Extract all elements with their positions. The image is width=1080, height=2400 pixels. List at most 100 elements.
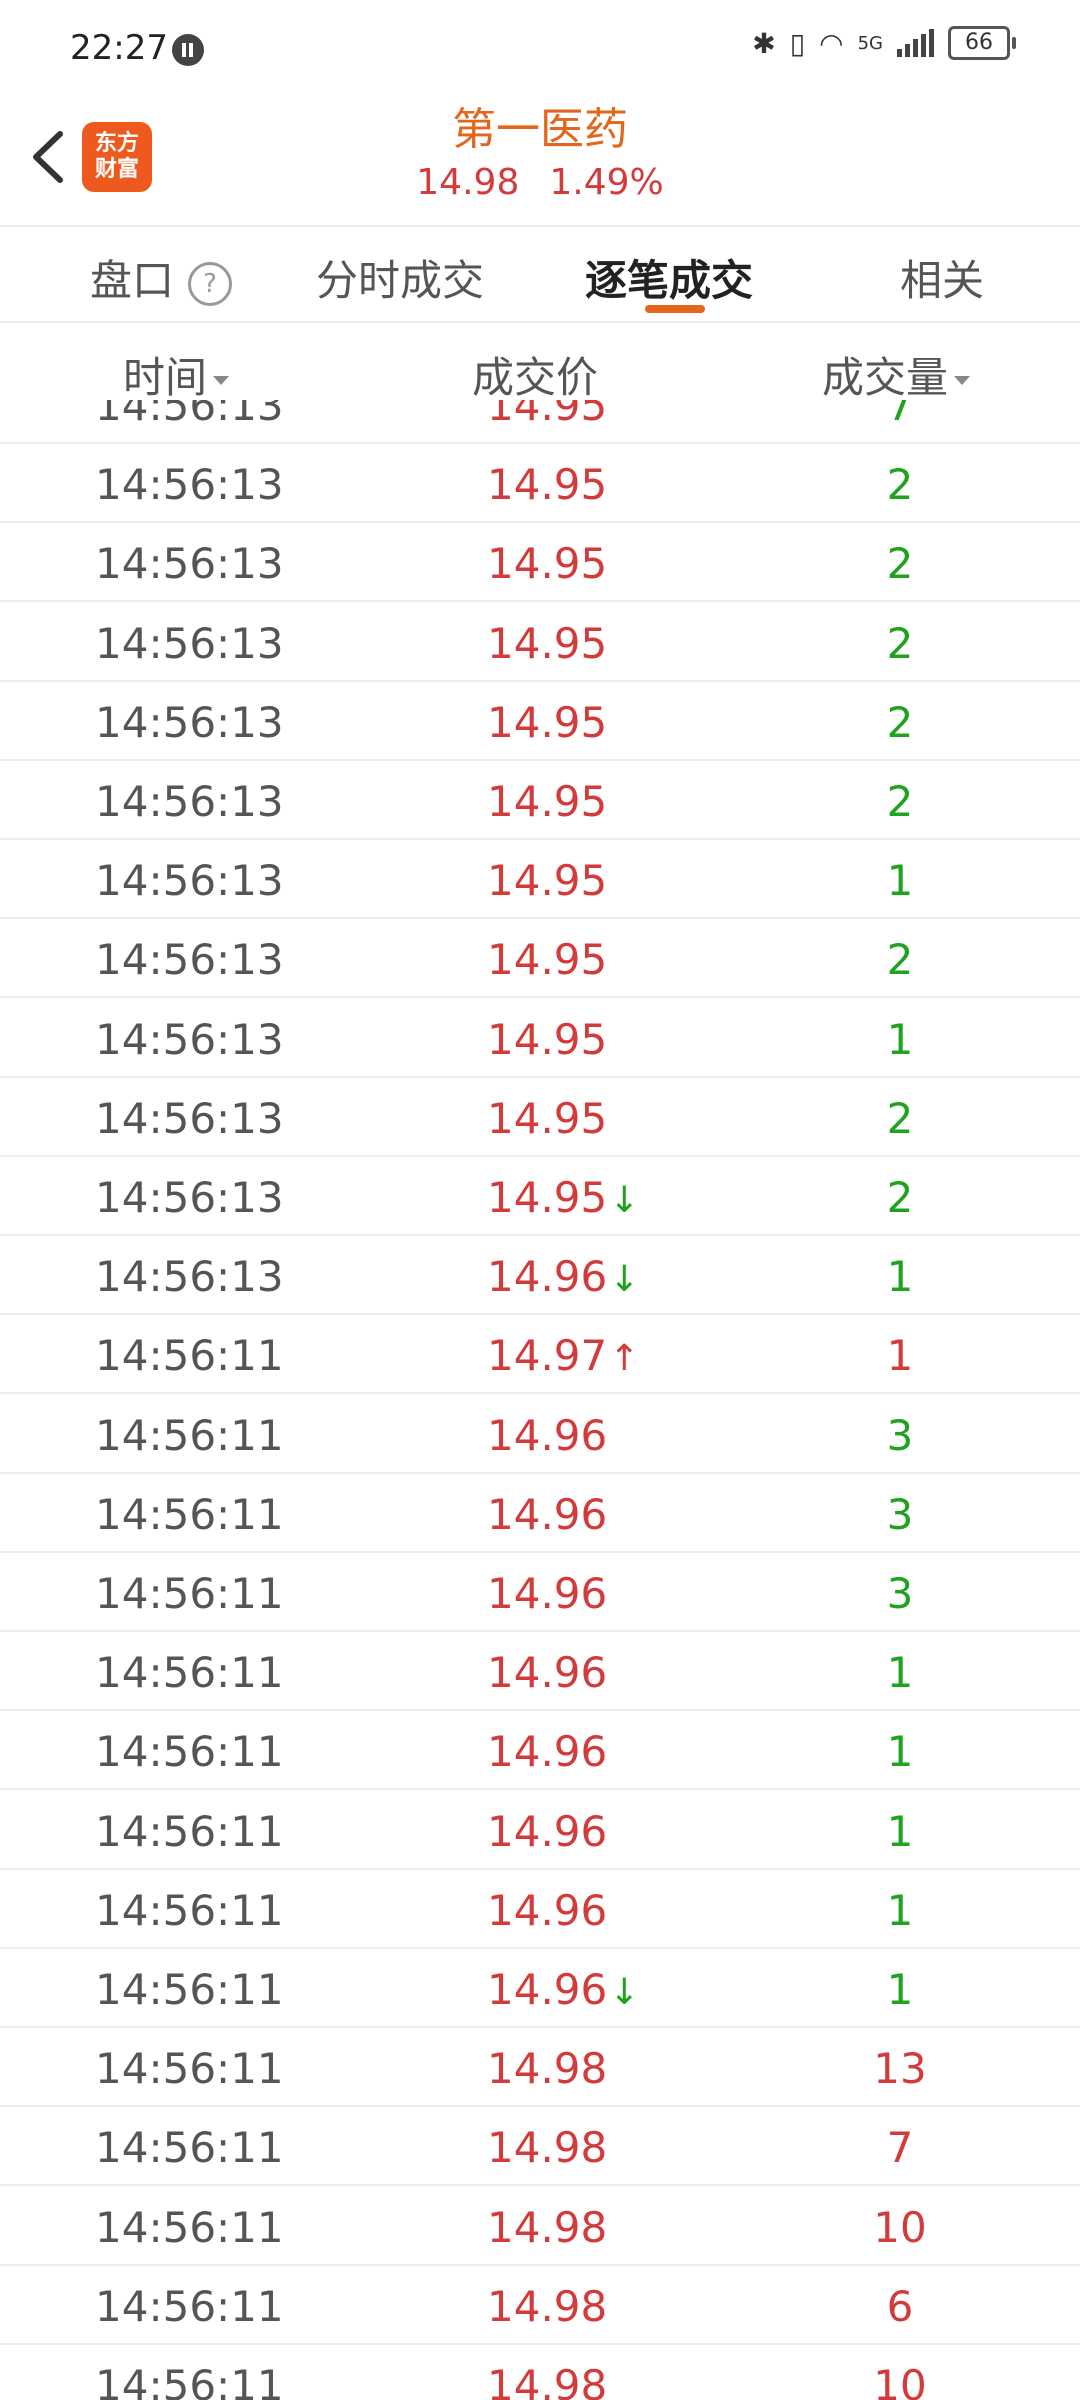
trade-list[interactable]: 14:56:13 14.95 7 14:56:13 14.95 2 14:56:13 14.9… bbox=[0, 400, 1080, 2400]
vibrate-icon: ▯ bbox=[789, 26, 806, 60]
column-price: 成交价 bbox=[472, 353, 599, 402]
trade-time: 14:56:13 bbox=[95, 460, 284, 510]
status-time: 22:27 bbox=[70, 28, 168, 68]
trade-volume: 2 bbox=[886, 460, 914, 510]
trade-row: 14:56:11 14.96 1 bbox=[0, 1789, 1080, 1870]
trade-volume: 1 bbox=[886, 1727, 914, 1777]
stock-name: 第一医药 bbox=[452, 104, 628, 155]
trade-volume: 10 bbox=[873, 2361, 927, 2400]
trade-time: 14:56:11 bbox=[95, 1727, 284, 1777]
column-volume[interactable]: 成交量 bbox=[822, 344, 971, 405]
trade-price: 14.95 bbox=[487, 1093, 608, 1143]
trade-row: 14:56:11 14.98 10 bbox=[0, 2343, 1080, 2400]
stock-price: 14.98 bbox=[416, 162, 520, 203]
trade-time: 14:56:13 bbox=[95, 618, 284, 668]
network-label: 5G bbox=[857, 32, 883, 54]
trade-time: 14:56:13 bbox=[95, 856, 284, 906]
trade-row: 14:56:11 14.96↓ 1 bbox=[0, 1947, 1080, 2028]
trade-time: 14:56:13 bbox=[95, 1252, 284, 1302]
battery-icon: 66 bbox=[948, 26, 1016, 60]
trade-row: 14:56:13 14.95 2 bbox=[0, 601, 1080, 682]
trade-price: 14.95 bbox=[487, 400, 608, 430]
help-icon[interactable]: ? bbox=[188, 261, 233, 306]
trade-volume: 13 bbox=[873, 2044, 927, 2094]
trade-row: 14:56:13 14.95 2 bbox=[0, 521, 1080, 603]
trade-row: 14:56:13 14.95 1 bbox=[0, 838, 1080, 920]
trade-row: 14:56:13 14.95 2 bbox=[0, 917, 1080, 999]
trade-row: 14:56:11 14.98 6 bbox=[0, 2264, 1080, 2345]
trade-volume: 2 bbox=[886, 618, 914, 668]
trade-volume: 2 bbox=[886, 539, 914, 589]
trade-volume: 10 bbox=[873, 2202, 927, 2252]
arrow-down-icon: ↓ bbox=[609, 1180, 640, 1221]
trade-volume: 1 bbox=[886, 1648, 914, 1698]
trade-time: 14:56:11 bbox=[95, 1648, 284, 1698]
trade-time: 14:56:13 bbox=[95, 777, 284, 826]
trade-price: 14.97↑ bbox=[487, 1331, 640, 1381]
trade-volume: 6 bbox=[886, 2281, 914, 2331]
trade-price: 14.98 bbox=[487, 2202, 608, 2252]
trade-price: 14.98 bbox=[487, 2044, 608, 2094]
trade-volume: 1 bbox=[886, 1806, 914, 1856]
trade-time: 14:56:11 bbox=[95, 1806, 284, 1856]
arrow-down-icon: ↓ bbox=[609, 1259, 640, 1301]
trade-price: 14.95 bbox=[487, 618, 608, 668]
trade-volume: 7 bbox=[886, 2123, 914, 2173]
trade-row: 14:56:11 14.96 1 bbox=[0, 1630, 1080, 1712]
trade-time: 14:56:13 bbox=[95, 400, 284, 430]
trade-row: 14:56:11 14.96 1 bbox=[0, 1868, 1080, 1949]
sort-caret-icon bbox=[213, 376, 230, 385]
wifi-icon: ◠ bbox=[819, 26, 844, 60]
tab-related[interactable]: 相关 bbox=[900, 247, 984, 308]
tab-time-sales[interactable]: 分时成交 bbox=[316, 247, 484, 308]
trade-time: 14:56:11 bbox=[95, 2361, 284, 2400]
trade-price: 14.96 bbox=[487, 1648, 608, 1698]
trade-price: 14.96 bbox=[487, 1806, 608, 1856]
trade-row: 14:56:11 14.96 3 bbox=[0, 1472, 1080, 1553]
trade-row: 14:56:13 14.95 2 bbox=[0, 1076, 1080, 1157]
trade-volume: 1 bbox=[886, 856, 914, 906]
trade-time: 14:56:13 bbox=[95, 1093, 284, 1143]
trade-volume: 1 bbox=[886, 1885, 914, 1935]
trade-time: 14:56:11 bbox=[95, 2044, 284, 2094]
trade-volume: 2 bbox=[886, 935, 914, 985]
trade-volume: 1 bbox=[886, 1965, 914, 2014]
tab-tick-trades[interactable]: 逐笔成交 bbox=[585, 247, 753, 308]
trade-price: 14.95 bbox=[487, 856, 608, 906]
tab-orderbook[interactable]: 盘口? bbox=[90, 247, 233, 308]
trade-volume: 3 bbox=[886, 1410, 914, 1460]
trade-row: 14:56:13 14.95 7 bbox=[0, 400, 1080, 444]
trade-time: 14:56:11 bbox=[95, 1569, 284, 1618]
trade-price: 14.96 bbox=[487, 1885, 608, 1935]
trade-row: 14:56:13 14.96↓ 1 bbox=[0, 1234, 1080, 1316]
trade-time: 14:56:13 bbox=[95, 935, 284, 985]
trade-row: 14:56:13 14.95 1 bbox=[0, 997, 1080, 1078]
trade-time: 14:56:13 bbox=[95, 697, 284, 747]
trade-volume: 2 bbox=[886, 777, 914, 826]
trade-price: 14.98 bbox=[487, 2281, 608, 2331]
stock-change: 1.49% bbox=[549, 162, 664, 203]
trade-price: 14.95 bbox=[487, 935, 608, 985]
trade-row: 14:56:11 14.96 3 bbox=[0, 1393, 1080, 1474]
trade-time: 14:56:11 bbox=[95, 1331, 284, 1381]
stock-quote: 14.98 1.49% bbox=[0, 162, 1080, 203]
trade-row: 14:56:11 14.98 10 bbox=[0, 2185, 1080, 2266]
trade-row: 14:56:13 14.95 2 bbox=[0, 680, 1080, 761]
trade-volume: 1 bbox=[886, 1331, 914, 1381]
status-bar: 22:27 ✱ ▯ ◠ 5G 66 bbox=[0, 0, 1080, 100]
trade-volume: 2 bbox=[886, 697, 914, 747]
column-time[interactable]: 时间 bbox=[123, 344, 230, 405]
trade-row: 14:56:13 14.95↓ 2 bbox=[0, 1155, 1080, 1236]
status-icons: ✱ ▯ ◠ 5G 66 bbox=[752, 26, 1016, 60]
stock-header: 东方 财富 第一医药 14.98 1.49% bbox=[0, 100, 1080, 225]
trade-price: 14.96 bbox=[487, 1727, 608, 1777]
trade-price: 14.96↓ bbox=[487, 1965, 640, 2014]
trade-volume: 1 bbox=[886, 1014, 914, 1064]
trade-row: 14:56:13 14.95 2 bbox=[0, 759, 1080, 840]
trade-price: 14.95↓ bbox=[487, 1173, 640, 1222]
trade-volume: 2 bbox=[886, 1173, 914, 1222]
trade-price: 14.95 bbox=[487, 1014, 608, 1064]
column-time-label: 时间 bbox=[123, 353, 208, 402]
trade-time: 14:56:13 bbox=[95, 539, 284, 589]
trade-row: 14:56:11 14.96 1 bbox=[0, 1709, 1080, 1791]
